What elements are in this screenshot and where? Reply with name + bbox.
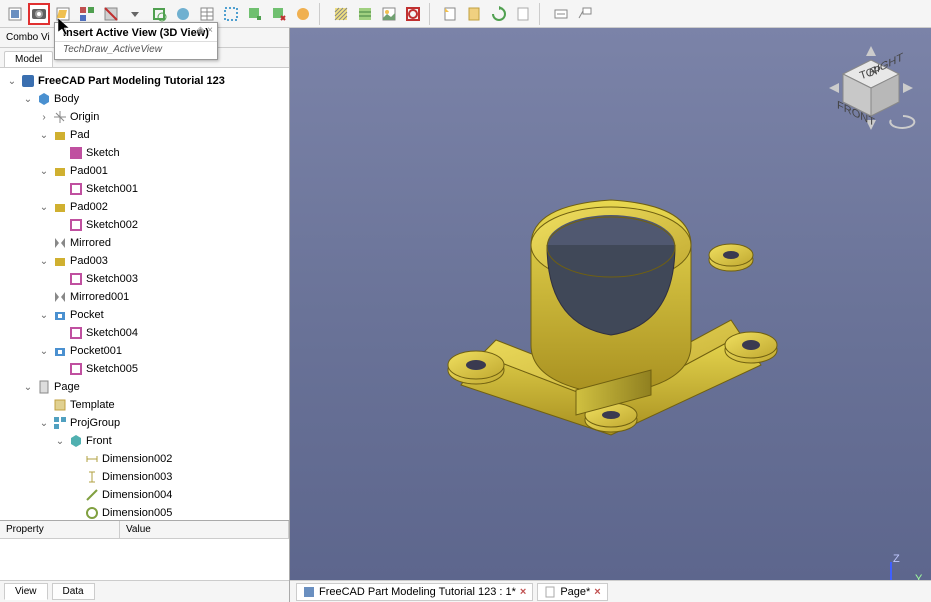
tb-clip-icon[interactable] [220,3,242,25]
tree-template[interactable]: Template [2,396,287,414]
tb-refresh-icon[interactable] [488,3,510,25]
document-tabs: FreeCAD Part Modeling Tutorial 123 : 1* … [290,580,931,602]
tree-pad001[interactable]: ⌄Pad001 [2,162,287,180]
tree-document[interactable]: ⌄FreeCAD Part Modeling Tutorial 123 [2,72,287,90]
tree-dim003[interactable]: Dimension003 [2,468,287,486]
prop-header-value: Value [120,521,289,538]
tb-separator [429,3,435,25]
tb-export-dxf-icon[interactable] [464,3,486,25]
tree-sketch001[interactable]: Sketch001 [2,180,287,198]
tab-view[interactable]: View [4,583,48,600]
tree-dim004[interactable]: Dimension004 [2,486,287,504]
close-icon[interactable]: × [594,586,600,598]
tree-pad002[interactable]: ⌄Pad002 [2,198,287,216]
tree-sketch002[interactable]: Sketch002 [2,216,287,234]
tree-origin[interactable]: ›Origin [2,108,287,126]
tb-insert-page-icon[interactable] [4,3,26,25]
tree-pocket001[interactable]: ⌄Pocket001 [2,342,287,360]
tree-sketch005[interactable]: Sketch005 [2,360,287,378]
tb-insert-active-view-icon[interactable] [28,3,50,25]
tb-geom-hatch-icon[interactable] [354,3,376,25]
3d-part-render [401,155,821,475]
tooltip: ◈ × Insert Active View (3D View) TechDra… [54,22,218,60]
tb-image-icon[interactable] [378,3,400,25]
tb-clip-remove-icon[interactable] [268,3,290,25]
tree-pad[interactable]: ⌄Pad [2,126,287,144]
tb-page-icon[interactable] [512,3,534,25]
tree-front[interactable]: ⌄Front [2,432,287,450]
document-icon [303,586,315,598]
doc-tab-page[interactable]: Page* × [537,583,607,601]
tree-dim005[interactable]: Dimension005 [2,504,287,520]
tooltip-sub: TechDraw_ActiveView [55,41,217,57]
tooltip-controls[interactable]: ◈ × [197,25,213,36]
tab-model[interactable]: Model [4,51,53,67]
prop-header-property: Property [0,521,120,538]
tb-leader-icon[interactable] [574,3,596,25]
tooltip-title: Insert Active View (3D View) [55,25,217,41]
tree-dim002[interactable]: Dimension002 [2,450,287,468]
tb-clip-add-icon[interactable] [244,3,266,25]
3d-viewport[interactable]: TOP FRONT RIGHT Z Y X FreeCAD Part Model… [290,28,931,602]
tb-export-svg-icon[interactable] [440,3,462,25]
tb-separator [319,3,325,25]
tree-mirrored001[interactable]: Mirrored001 [2,288,287,306]
tab-data[interactable]: Data [52,583,95,600]
property-tabs: View Data [0,580,289,602]
combo-view-panel: Combo Vi Model ⌄FreeCAD Part Modeling Tu… [0,28,290,602]
tree-page[interactable]: ⌄Page [2,378,287,396]
doc-tab-main[interactable]: FreeCAD Part Modeling Tutorial 123 : 1* … [296,583,533,601]
page-icon [544,586,556,598]
tree-projgroup[interactable]: ⌄ProjGroup [2,414,287,432]
tree-body[interactable]: ⌄Body [2,90,287,108]
tb-symbol-icon[interactable] [292,3,314,25]
tree-sketch003[interactable]: Sketch003 [2,270,287,288]
tree-pad003[interactable]: ⌄Pad003 [2,252,287,270]
tree-mirrored[interactable]: Mirrored [2,234,287,252]
tree-sketch[interactable]: Sketch [2,144,287,162]
close-icon[interactable]: × [520,586,526,598]
tree-pocket[interactable]: ⌄Pocket [2,306,287,324]
navigation-cube[interactable]: TOP FRONT RIGHT [821,38,921,138]
model-tree[interactable]: ⌄FreeCAD Part Modeling Tutorial 123 ⌄Bod… [0,68,289,520]
tree-sketch004[interactable]: Sketch004 [2,324,287,342]
svg-text:Z: Z [893,554,900,565]
tb-separator [539,3,545,25]
tb-hatch-icon[interactable] [330,3,352,25]
tb-toggle-frame-icon[interactable] [402,3,424,25]
property-grid: Property Value [0,520,289,580]
tb-annotation-icon[interactable] [550,3,572,25]
